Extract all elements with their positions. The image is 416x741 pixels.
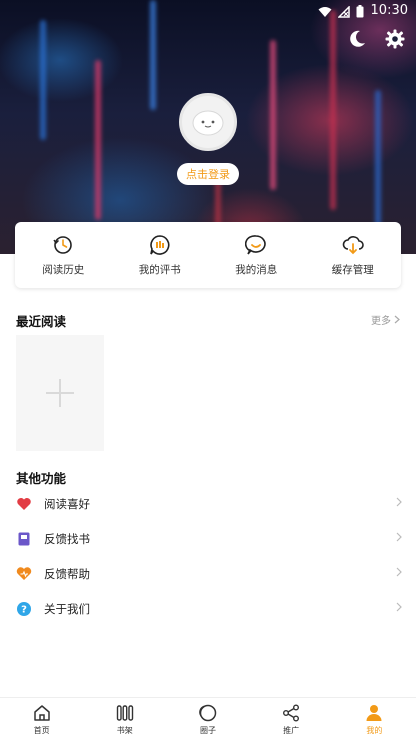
quick-action-label: 缓存管理 <box>331 263 374 276</box>
settings-gear-icon[interactable] <box>384 28 406 50</box>
nav-label: 首页 <box>33 726 50 735</box>
review-icon <box>149 234 170 255</box>
function-label: 反馈帮助 <box>44 566 90 581</box>
more-link-label: 更多 <box>371 316 391 327</box>
quick-action-my-messages[interactable]: 我的消息 <box>216 234 296 277</box>
quick-actions-card: 阅读历史 我的评书 我的消息 缓存管理 <box>15 222 401 288</box>
nav-item-bookshelf[interactable]: 书架 <box>95 703 155 736</box>
wifi-icon <box>318 6 332 17</box>
svg-text:?: ? <box>21 604 27 615</box>
nav-item-home[interactable]: 首页 <box>12 703 72 736</box>
nav-item-circle[interactable]: 圈子 <box>178 703 238 736</box>
function-item-feedback-find-book[interactable]: 反馈找书 <box>0 521 416 556</box>
circle-icon <box>199 704 217 722</box>
function-item-feedback-help[interactable]: 反馈帮助 <box>0 556 416 591</box>
help-heart-icon <box>16 566 32 580</box>
plus-icon <box>46 379 74 407</box>
question-icon: ? <box>17 601 31 616</box>
chevron-right-icon <box>394 315 400 324</box>
night-mode-icon[interactable] <box>346 28 368 50</box>
more-link[interactable]: 更多 <box>371 312 400 327</box>
function-label: 阅读喜好 <box>44 496 90 511</box>
avatar-face-icon <box>192 110 224 136</box>
function-list: 阅读喜好 反馈找书 反馈帮助 ? 关于我们 <box>0 486 416 626</box>
login-button[interactable]: 点击登录 <box>177 163 239 185</box>
chevron-right-icon <box>396 602 402 612</box>
history-icon <box>53 235 73 254</box>
heart-icon <box>17 497 31 510</box>
quick-action-label: 我的评书 <box>138 263 181 276</box>
home-icon <box>33 705 50 721</box>
status-time: 10:30 <box>370 3 408 18</box>
bookshelf-icon <box>116 705 133 721</box>
quick-action-reading-history[interactable]: 阅读历史 <box>23 234 103 277</box>
other-functions-title: 其他功能 <box>16 471 67 486</box>
status-bar: 10:30 <box>0 0 416 24</box>
chevron-right-icon <box>396 532 402 542</box>
share-icon <box>283 704 300 722</box>
nav-label: 书架 <box>116 726 133 735</box>
function-item-reading-preference[interactable]: 阅读喜好 <box>0 486 416 521</box>
function-item-about-us[interactable]: ? 关于我们 <box>0 591 416 626</box>
recent-reading-title: 最近阅读 <box>16 314 67 329</box>
function-label: 关于我们 <box>44 601 90 616</box>
nav-item-mine[interactable]: 我的 <box>344 703 404 736</box>
nav-label: 推广 <box>283 726 300 735</box>
nav-item-promote[interactable]: 推广 <box>261 703 321 736</box>
battery-icon <box>356 5 364 18</box>
no-signal-icon <box>338 5 350 18</box>
chevron-right-icon <box>396 497 402 507</box>
quick-action-label: 阅读历史 <box>42 263 85 276</box>
book-icon <box>18 532 30 545</box>
cache-download-icon <box>342 235 364 254</box>
nav-label: 圈子 <box>199 726 216 735</box>
quick-action-cache-management[interactable]: 缓存管理 <box>313 234 393 277</box>
avatar[interactable] <box>179 93 237 151</box>
message-icon <box>245 234 266 255</box>
profile-icon <box>366 705 382 721</box>
nav-label: 我的 <box>366 726 383 735</box>
quick-action-label: 我的消息 <box>235 263 278 276</box>
function-label: 反馈找书 <box>44 531 90 546</box>
bottom-nav: 首页 书架 圈子 推广 我的 <box>0 697 416 741</box>
quick-action-my-reviews[interactable]: 我的评书 <box>120 234 200 277</box>
chevron-right-icon <box>396 567 402 577</box>
add-book-placeholder[interactable] <box>16 335 104 451</box>
